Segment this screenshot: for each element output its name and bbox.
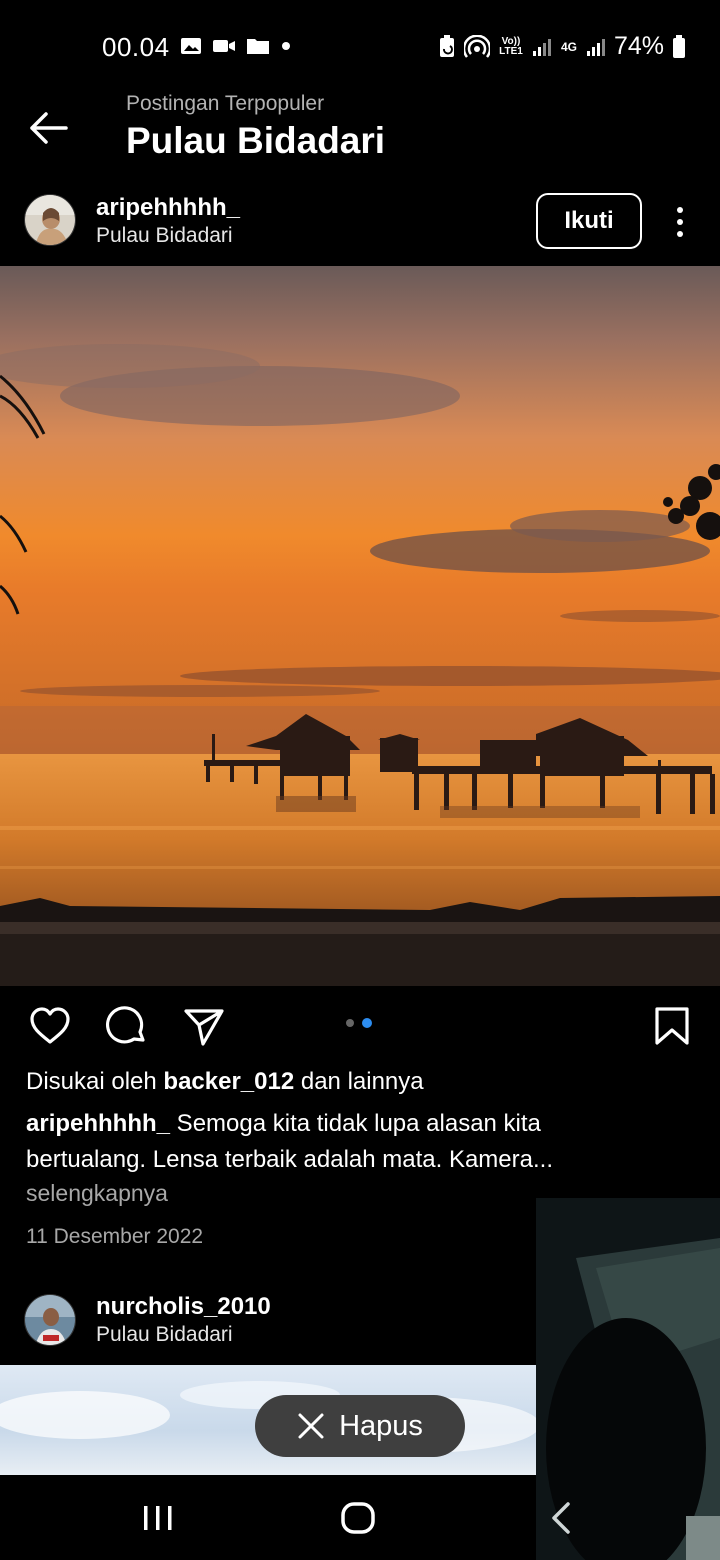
home-button[interactable] bbox=[336, 1496, 380, 1540]
page-title: Pulau Bidadari bbox=[126, 120, 386, 161]
avatar-image-2 bbox=[25, 1295, 75, 1345]
carousel-dot bbox=[346, 1019, 354, 1027]
system-nav-bar bbox=[0, 1475, 536, 1560]
chevron-left-icon bbox=[552, 1502, 570, 1534]
status-time: 00.04 bbox=[102, 32, 170, 62]
likes-suffix[interactable]: dan lainnya bbox=[294, 1068, 424, 1095]
post1-avatar[interactable] bbox=[24, 194, 76, 246]
battery-percent: 74% bbox=[613, 32, 664, 60]
caption-more-link[interactable]: selengkapnya bbox=[26, 1180, 168, 1207]
carousel-indicator bbox=[346, 1018, 372, 1028]
send-icon bbox=[184, 1009, 224, 1046]
bookmark-icon bbox=[655, 1007, 689, 1045]
save-button[interactable] bbox=[650, 1004, 696, 1050]
like-button[interactable] bbox=[28, 1004, 74, 1050]
status-notification-icons bbox=[180, 36, 292, 56]
folder-icon bbox=[247, 39, 269, 54]
post2-location[interactable]: Pulau Bidadari bbox=[96, 1323, 233, 1347]
back-button[interactable] bbox=[26, 108, 74, 148]
close-icon bbox=[298, 1413, 324, 1439]
post1-caption: aripehhhhh_ Semoga kita tidak lupa alasa… bbox=[26, 1106, 626, 1178]
header-subtitle: Postingan Terpopuler bbox=[126, 92, 325, 115]
hotspot-icon bbox=[463, 34, 490, 58]
comment-icon bbox=[105, 1006, 145, 1044]
signal-1-icon bbox=[532, 38, 551, 56]
toast-label: Hapus bbox=[339, 1409, 423, 1442]
back-nav-button[interactable] bbox=[540, 1496, 584, 1540]
likes-prefix: Disukai oleh bbox=[26, 1068, 164, 1095]
post1-date: 11 Desember 2022 bbox=[26, 1225, 204, 1248]
carousel-dot-active bbox=[362, 1018, 372, 1028]
delete-toast-button[interactable]: Hapus bbox=[255, 1395, 465, 1457]
post1-more-button[interactable] bbox=[664, 204, 696, 240]
recent-apps-button[interactable] bbox=[136, 1496, 180, 1540]
post2-avatar[interactable] bbox=[24, 1294, 76, 1346]
signal-2-icon bbox=[586, 38, 605, 56]
status-bar: 00.04 Vo)) LTE1 4G 74% bbox=[0, 0, 720, 92]
comment-button[interactable] bbox=[105, 1004, 151, 1050]
video-icon bbox=[213, 40, 235, 52]
avatar-image bbox=[25, 195, 75, 245]
heart-icon bbox=[30, 1007, 70, 1044]
sunset-pier-image bbox=[0, 266, 720, 986]
arrow-left-icon bbox=[30, 112, 68, 144]
notification-dot-icon bbox=[282, 42, 290, 50]
volte-label: Vo)) LTE1 bbox=[499, 35, 523, 57]
status-system-icons: Vo)) LTE1 4G 74% bbox=[438, 32, 686, 61]
more-vertical-icon bbox=[677, 207, 683, 237]
post1-username[interactable]: aripehhhhh_ bbox=[96, 194, 240, 222]
recent-apps-icon bbox=[144, 1506, 172, 1530]
post1-location[interactable]: Pulau Bidadari bbox=[96, 224, 233, 248]
home-icon bbox=[341, 1502, 375, 1534]
share-button[interactable] bbox=[182, 1004, 228, 1050]
likes-text: Disukai oleh backer_012 dan lainnya bbox=[26, 1068, 424, 1096]
follow-button[interactable]: Ikuti bbox=[536, 193, 642, 249]
gallery-icon bbox=[181, 38, 201, 54]
network-4g-label: 4G bbox=[560, 39, 577, 54]
likes-user[interactable]: backer_012 bbox=[163, 1068, 294, 1095]
battery-saver-icon bbox=[439, 34, 454, 57]
caption-username[interactable]: aripehhhhh_ bbox=[26, 1110, 170, 1137]
battery-icon bbox=[673, 34, 685, 58]
post2-username[interactable]: nurcholis_2010 bbox=[96, 1293, 271, 1321]
post1-photo[interactable] bbox=[0, 266, 720, 986]
